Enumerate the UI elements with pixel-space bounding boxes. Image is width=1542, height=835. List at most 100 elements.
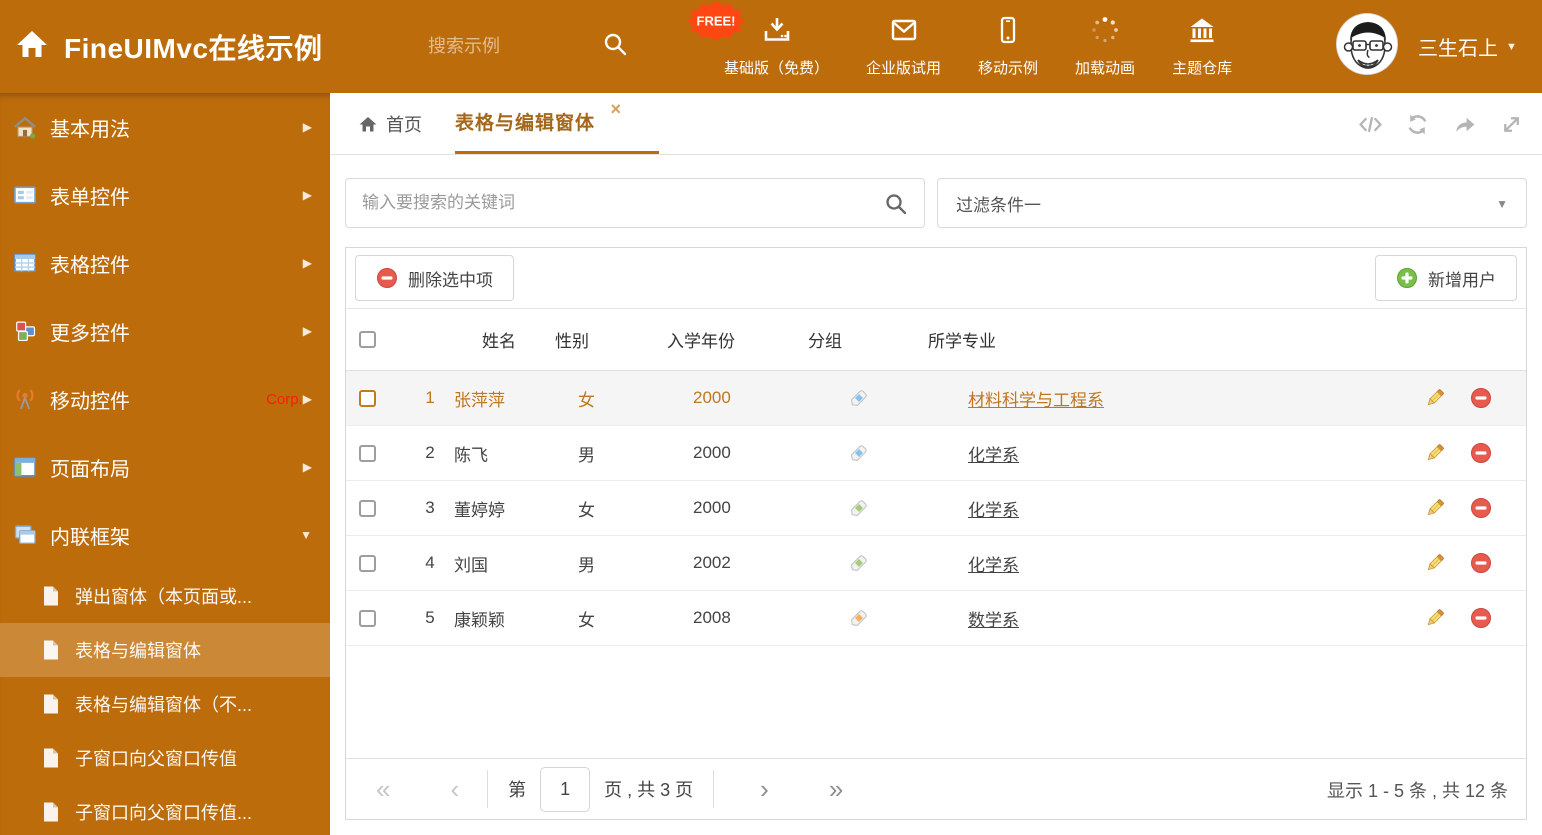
sidebar-subitem-grid-edit-window-2[interactable]: 表格与编辑窗体（不... (0, 677, 330, 731)
table-row[interactable]: 2 陈飞 男 2000 化学系 (346, 426, 1526, 481)
table-row[interactable]: 4 刘国 男 2002 化学系 (346, 536, 1526, 591)
sidebar-item-form-controls[interactable]: 表单控件 ▶ (0, 161, 330, 229)
major-link[interactable]: 数学系 (968, 606, 1019, 631)
last-page-button[interactable]: » (821, 776, 851, 802)
edit-icon[interactable] (1424, 442, 1446, 464)
row-checkbox[interactable] (359, 609, 376, 627)
nav-item-loading-animation[interactable]: 加载动画 (1075, 15, 1135, 78)
sidebar-item-page-layout[interactable]: 页面布局 ▶ (0, 433, 330, 501)
table-row[interactable]: 3 董婷婷 女 2000 化学系 (346, 481, 1526, 536)
header-search-icon[interactable] (602, 31, 628, 62)
chevron-right-icon: ▶ (302, 460, 312, 474)
table-header-row: 姓名 性别 入学年份 分组 所学专业 (346, 309, 1526, 371)
sidebar-item-label: 表格控件 (50, 254, 130, 277)
header-search-input[interactable] (428, 30, 583, 62)
cell-gender: 男 (578, 445, 595, 465)
nav-item-enterprise-trial[interactable]: 企业版试用 (866, 15, 941, 78)
document-icon (40, 585, 62, 607)
row-checkbox[interactable] (359, 389, 376, 407)
edit-icon[interactable] (1424, 607, 1446, 629)
major-link[interactable]: 化学系 (968, 551, 1019, 576)
share-icon[interactable] (1452, 112, 1477, 142)
download-icon (761, 15, 793, 50)
row-checkbox[interactable] (359, 444, 376, 462)
search-icon[interactable] (884, 192, 908, 221)
home-icon (359, 117, 377, 132)
document-icon (40, 693, 62, 715)
source-code-icon[interactable] (1358, 112, 1383, 142)
sidebar-subitem-grid-edit-window[interactable]: 表格与编辑窗体 (0, 623, 330, 677)
sidebar-item-more-controls[interactable]: 更多控件 ▶ (0, 297, 330, 365)
delete-icon[interactable] (1470, 442, 1492, 464)
next-page-button[interactable]: › (752, 776, 777, 802)
column-header-major: 所学专业 (928, 332, 996, 351)
add-user-button[interactable]: 新增用户 (1375, 255, 1517, 301)
cell-gender: 女 (578, 500, 595, 520)
edit-icon[interactable] (1424, 387, 1446, 409)
filter-dropdown[interactable]: 过滤条件一 ▼ (937, 178, 1527, 228)
page-number-input[interactable] (540, 766, 591, 812)
sidebar-item-label: 移动控件 (50, 390, 130, 413)
cell-year: 2002 (693, 553, 731, 572)
phone-icon (992, 15, 1024, 50)
cell-gender: 男 (578, 555, 595, 575)
delete-icon[interactable] (1470, 497, 1492, 519)
sidebar-item-mobile-controls[interactable]: 移动控件 Corp. ▶ (0, 365, 330, 433)
major-link[interactable]: 化学系 (968, 496, 1019, 521)
row-checkbox[interactable] (359, 499, 376, 517)
frames-icon (12, 522, 38, 548)
major-link[interactable]: 化学系 (968, 441, 1019, 466)
chevron-right-icon: ▶ (302, 256, 312, 270)
nav-item-theme-repo[interactable]: 主题仓库 (1172, 15, 1232, 78)
sidebar-subitem-child-to-parent[interactable]: 子窗口向父窗口传值 (0, 731, 330, 785)
major-link[interactable]: 材料科学与工程系 (968, 386, 1104, 411)
refresh-icon[interactable] (1405, 112, 1430, 142)
main-content: 首页 表格与编辑窗体 × 输入要搜索的关键词 过滤条件一 ▼ 删除选中项 新增用… (330, 93, 1542, 835)
cell-name: 刘国 (454, 555, 488, 575)
spinner-icon (1089, 15, 1121, 50)
select-all-checkbox[interactable] (359, 331, 376, 348)
sidebar-subitem-label: 弹出窗体（本页面或... (75, 587, 253, 607)
first-page-button[interactable]: « (368, 776, 398, 802)
tab-grid-edit-window[interactable]: 表格与编辑窗体 × (455, 100, 621, 135)
nav-label: 移动示例 (978, 60, 1039, 77)
minus-circle-icon (377, 268, 397, 288)
delete-selected-button[interactable]: 删除选中项 (355, 255, 514, 301)
sidebar-item-iframe[interactable]: 内联框架 ▼ (0, 501, 330, 569)
row-checkbox[interactable] (359, 554, 376, 572)
delete-icon[interactable] (1470, 387, 1492, 409)
nav-item-mobile-demo[interactable]: 移动示例 (978, 15, 1038, 78)
close-icon[interactable]: × (611, 100, 622, 118)
user-menu[interactable]: 三生石上 ▼ (1418, 32, 1517, 61)
sidebar-subitem-popup-window[interactable]: 弹出窗体（本页面或... (0, 569, 330, 623)
keyword-search-input[interactable] (346, 179, 864, 227)
edit-icon[interactable] (1424, 497, 1446, 519)
logo-home-icon[interactable] (14, 27, 50, 64)
prev-page-button[interactable]: ‹ (442, 776, 467, 802)
user-avatar[interactable] (1336, 13, 1398, 75)
sidebar-item-grid-controls[interactable]: 表格控件 ▶ (0, 229, 330, 297)
app-title: FineUIMvc在线示例 (64, 33, 323, 64)
edit-icon[interactable] (1424, 552, 1446, 574)
tab-home[interactable]: 首页 (358, 111, 422, 137)
filter-dropdown-value: 过滤条件一 (956, 195, 1041, 215)
grid-empty-area (346, 646, 1526, 758)
nav-item-basic-edition[interactable]: 基础版（免费） (724, 15, 829, 78)
sidebar-item-label: 基本用法 (50, 118, 130, 141)
header-nav: 基础版（免费） 企业版试用 移动示例 加载动画 主题仓库 (724, 0, 1232, 93)
sidebar-item-label: 页面布局 (50, 458, 130, 481)
chevron-right-icon: ▶ (302, 324, 312, 338)
sidebar: 基本用法 ▶ 表单控件 ▶ 表格控件 ▶ 更多控件 ▶ 移动控件 Corp. ▶… (0, 93, 330, 835)
chevron-down-icon: ▼ (300, 528, 312, 542)
column-header-gender: 性别 (555, 332, 589, 351)
home-colored-icon (12, 114, 38, 140)
delete-icon[interactable] (1470, 552, 1492, 574)
delete-icon[interactable] (1470, 607, 1492, 629)
sidebar-item-basic-usage[interactable]: 基本用法 ▶ (0, 93, 330, 161)
sidebar-subitem-child-to-parent-2[interactable]: 子窗口向父窗口传值... (0, 785, 330, 835)
expand-icon[interactable] (1499, 112, 1524, 142)
table-row[interactable]: 5 康颖颖 女 2008 数学系 (346, 591, 1526, 646)
active-tab-underline (455, 151, 659, 154)
table-row[interactable]: 1 张萍萍 女 2000 材料科学与工程系 (346, 371, 1526, 426)
sidebar-item-label: 表单控件 (50, 186, 130, 209)
